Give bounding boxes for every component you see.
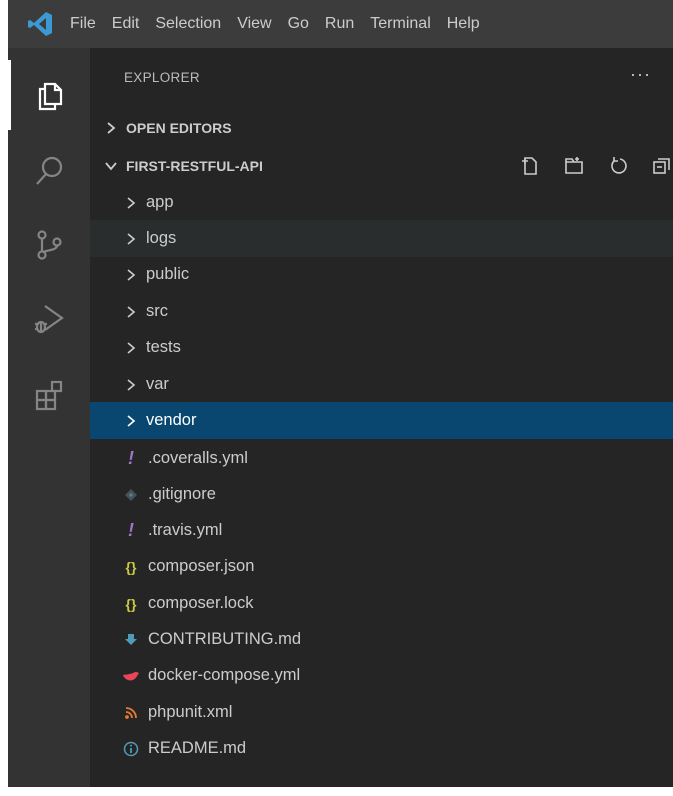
- json-icon: {}: [125, 595, 137, 612]
- folder-row-logs[interactable]: logs: [90, 220, 673, 257]
- file-name: .coveralls.yml: [148, 449, 248, 467]
- search-button[interactable]: [8, 136, 90, 206]
- more-actions-button[interactable]: ···: [630, 64, 651, 85]
- file-row-gitignore[interactable]: .gitignore: [90, 476, 673, 513]
- new-folder-button[interactable]: [552, 148, 596, 184]
- chevron-right-icon: [122, 232, 140, 246]
- file-row-coveralls[interactable]: ! .coveralls.yml: [90, 440, 673, 477]
- file-name: .travis.yml: [148, 521, 223, 539]
- refresh-button[interactable]: [596, 148, 640, 184]
- rss-icon: [122, 706, 140, 719]
- menu-view[interactable]: View: [229, 0, 279, 48]
- project-name-label: FIRST-RESTFUL-API: [126, 158, 263, 174]
- yaml-icon: !: [128, 448, 134, 468]
- menu-edit[interactable]: Edit: [104, 0, 148, 48]
- folder-row-var[interactable]: var: [90, 366, 673, 403]
- search-icon: [36, 156, 63, 185]
- chevron-right-icon: [122, 305, 140, 319]
- download-icon: [122, 633, 140, 647]
- folder-name: src: [146, 302, 168, 320]
- file-name: README.md: [148, 739, 247, 757]
- new-file-icon: [522, 157, 537, 175]
- file-row-docker-compose[interactable]: docker-compose.yml: [90, 657, 673, 694]
- file-row-phpunit[interactable]: phpunit.xml: [90, 694, 673, 731]
- folder-name: public: [146, 265, 190, 283]
- file-row-contributing[interactable]: CONTRIBUTING.md: [90, 621, 673, 658]
- explorer-title: EXPLORER: [124, 70, 200, 85]
- run-debug-button[interactable]: [8, 284, 90, 354]
- folder-name: logs: [146, 229, 177, 247]
- file-name: phpunit.xml: [148, 703, 233, 721]
- project-section[interactable]: FIRST-RESTFUL-API: [90, 148, 673, 184]
- open-editors-section[interactable]: OPEN EDITORS: [90, 110, 673, 146]
- folder-name: var: [146, 375, 169, 393]
- vscode-logo-icon[interactable]: [18, 0, 62, 48]
- chevron-down-icon: [100, 160, 122, 172]
- folder-name: vendor: [146, 411, 197, 429]
- vscode-window: File Edit Selection View Go Run Terminal…: [8, 0, 673, 787]
- menu-go[interactable]: Go: [280, 0, 317, 48]
- file-row-composer-json[interactable]: {} composer.json: [90, 548, 673, 585]
- menu-bar: File Edit Selection View Go Run Terminal…: [8, 0, 673, 48]
- folder-row-app[interactable]: app: [90, 184, 673, 221]
- menu-file[interactable]: File: [62, 0, 104, 48]
- file-row-travis[interactable]: ! .travis.yml: [90, 512, 673, 549]
- folder-row-vendor[interactable]: vendor: [90, 402, 673, 439]
- chevron-right-icon: [122, 341, 140, 355]
- open-editors-label: OPEN EDITORS: [126, 120, 232, 136]
- menu-help[interactable]: Help: [439, 0, 488, 48]
- new-folder-icon: [565, 157, 583, 174]
- file-name: .gitignore: [148, 485, 216, 503]
- json-icon: {}: [125, 558, 137, 575]
- collapse-all-button[interactable]: [640, 148, 673, 184]
- git-icon: [122, 488, 140, 502]
- explorer-sidebar: EXPLORER ··· OPEN EDITORS FIRST-RESTFUL-…: [90, 48, 673, 787]
- collapse-all-icon: [653, 158, 670, 174]
- section-actions: [508, 148, 673, 184]
- chevron-right-icon: [122, 414, 140, 428]
- info-icon: [122, 741, 140, 757]
- folder-row-src[interactable]: src: [90, 293, 673, 330]
- folder-row-public[interactable]: public: [90, 256, 673, 293]
- refresh-icon: [611, 157, 627, 174]
- explorer-header: EXPLORER ···: [90, 48, 673, 110]
- explorer-button[interactable]: [8, 60, 90, 130]
- source-control-icon: [37, 230, 62, 260]
- menu-run[interactable]: Run: [317, 0, 362, 48]
- activity-bar: [8, 48, 90, 787]
- file-name: composer.json: [148, 557, 255, 575]
- extensions-button[interactable]: [8, 360, 90, 430]
- yaml-icon: !: [128, 520, 134, 540]
- new-file-button[interactable]: [508, 148, 552, 184]
- docker-icon: [122, 669, 140, 683]
- explorer-icon: [38, 82, 62, 111]
- chevron-right-icon: [122, 378, 140, 392]
- extensions-icon: [35, 380, 63, 411]
- file-row-composer-lock[interactable]: {} composer.lock: [90, 585, 673, 622]
- file-row-readme[interactable]: README.md: [90, 730, 673, 767]
- file-name: composer.lock: [148, 594, 254, 612]
- file-name: docker-compose.yml: [148, 666, 301, 684]
- folder-row-tests[interactable]: tests: [90, 329, 673, 366]
- source-control-button[interactable]: [8, 210, 90, 280]
- folder-name: app: [146, 193, 174, 211]
- chevron-right-icon: [122, 196, 140, 210]
- file-name: CONTRIBUTING.md: [148, 630, 302, 648]
- chevron-right-icon: [100, 121, 122, 135]
- chevron-right-icon: [122, 268, 140, 282]
- run-debug-icon: [35, 305, 64, 334]
- menu-terminal[interactable]: Terminal: [362, 0, 438, 48]
- folder-name: tests: [146, 338, 181, 356]
- menu-selection[interactable]: Selection: [147, 0, 229, 48]
